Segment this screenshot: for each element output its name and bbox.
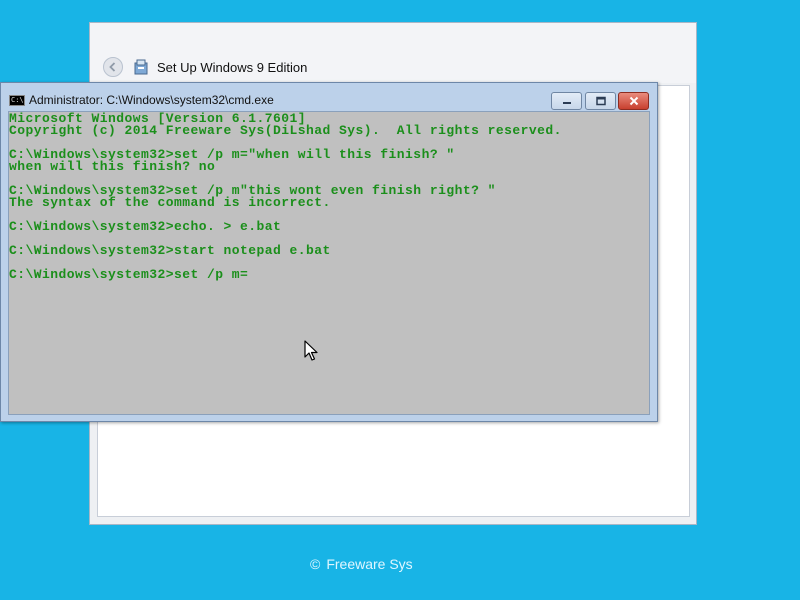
console-lines: Microsoft Windows [Version 6.1.7601] Copy… xyxy=(9,112,649,282)
console-line: C:\Windows\system32>set /p m= xyxy=(9,267,249,282)
cmd-icon[interactable]: C:\ xyxy=(9,95,25,106)
setup-window-title: Set Up Windows 9 Edition xyxy=(157,60,308,75)
minimize-button[interactable] xyxy=(551,92,582,110)
setup-icon xyxy=(134,59,148,75)
cmd-titlebar[interactable]: C:\ Administrator: C:\Windows\system32\c… xyxy=(1,83,657,111)
close-icon xyxy=(629,96,638,106)
back-arrow-icon xyxy=(109,62,116,72)
console-line: The syntax of the command is incorrect. xyxy=(9,195,331,210)
back-button[interactable] xyxy=(103,57,123,77)
cmd-window[interactable]: C:\ Administrator: C:\Windows\system32\c… xyxy=(0,82,658,422)
setup-titlebar: Set Up Windows 9 Edition xyxy=(90,23,696,83)
console-output[interactable]: Microsoft Windows [Version 6.1.7601] Copy… xyxy=(8,111,650,415)
console-line: C:\Windows\system32>echo. > e.bat xyxy=(9,219,282,234)
maximize-icon xyxy=(595,96,606,106)
close-button[interactable] xyxy=(618,92,649,110)
maximize-button[interactable] xyxy=(585,92,616,110)
footer: © Freeware Sys xyxy=(310,556,413,572)
cmd-window-title: Administrator: C:\Windows\system32\cmd.e… xyxy=(29,93,274,107)
console-line: C:\Windows\system32>start notepad e.bat xyxy=(9,243,331,258)
footer-text: Freeware Sys xyxy=(326,556,413,572)
minimize-icon xyxy=(562,102,571,104)
desktop: Set Up Windows 9 Edition C:\ Administrat… xyxy=(0,0,800,600)
console-line: when will this finish? no xyxy=(9,159,216,174)
copyright-symbol: © xyxy=(310,556,321,572)
console-line: Copyright (c) 2014 Freeware Sys(DiLshad … xyxy=(9,123,562,138)
mouse-cursor-icon xyxy=(304,340,318,361)
